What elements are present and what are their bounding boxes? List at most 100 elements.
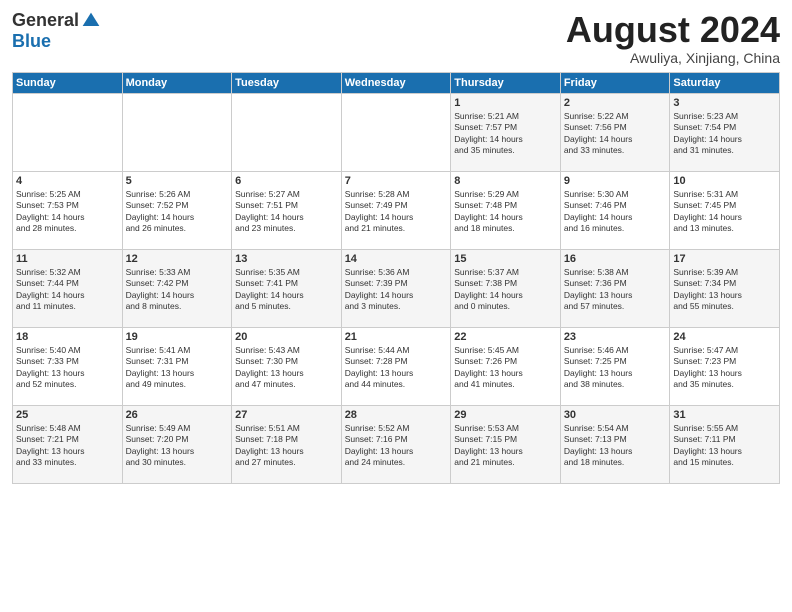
day-detail: Sunrise: 5:35 AM Sunset: 7:41 PM Dayligh… — [235, 267, 338, 313]
calendar-cell: 9 Sunrise: 5:30 AM Sunset: 7:46 PM Daylig… — [560, 171, 670, 249]
day-number: 10 — [673, 175, 776, 187]
calendar-cell: 24 Sunrise: 5:47 AM Sunset: 7:23 PM Dayli… — [670, 327, 780, 405]
day-detail: Sunrise: 5:39 AM Sunset: 7:34 PM Dayligh… — [673, 267, 776, 313]
logo-general: General — [12, 10, 79, 31]
day-number: 22 — [454, 331, 557, 343]
day-detail: Sunrise: 5:38 AM Sunset: 7:36 PM Dayligh… — [564, 267, 667, 313]
calendar-cell: 12Sunrise: 5:33 AM Sunset: 7:42 PM Dayli… — [122, 249, 232, 327]
day-detail: Sunrise: 5:29 AM Sunset: 7:48 PM Dayligh… — [454, 189, 557, 235]
day-number: 2 — [564, 97, 667, 109]
day-detail: Sunrise: 5:54 AM Sunset: 7:13 PM Dayligh… — [564, 423, 667, 469]
calendar-cell — [13, 93, 123, 171]
calendar-cell: 1 Sunrise: 5:21 AM Sunset: 7:57 PM Daylig… — [451, 93, 561, 171]
day-number: 26 — [126, 409, 229, 421]
day-detail: Sunrise: 5:32 AM Sunset: 7:44 PM Dayligh… — [16, 267, 119, 313]
day-detail: Sunrise: 5:53 AM Sunset: 7:15 PM Dayligh… — [454, 423, 557, 469]
day-detail: Sunrise: 5:46 AM Sunset: 7:25 PM Dayligh… — [564, 345, 667, 391]
day-detail: Sunrise: 5:47 AM Sunset: 7:23 PM Dayligh… — [673, 345, 776, 391]
day-number: 13 — [235, 253, 338, 265]
calendar-cell: 25 Sunrise: 5:48 AM Sunset: 7:21 PM Dayli… — [13, 405, 123, 483]
day-detail: Sunrise: 5:52 AM Sunset: 7:16 PM Dayligh… — [345, 423, 448, 469]
calendar-cell: 22 Sunrise: 5:45 AM Sunset: 7:26 PM Dayli… — [451, 327, 561, 405]
calendar-cell: 17 Sunrise: 5:39 AM Sunset: 7:34 PM Dayli… — [670, 249, 780, 327]
calendar-cell: 27 Sunrise: 5:51 AM Sunset: 7:18 PM Dayli… — [232, 405, 342, 483]
calendar-cell: 18 Sunrise: 5:40 AM Sunset: 7:33 PM Dayli… — [13, 327, 123, 405]
day-number: 9 — [564, 175, 667, 187]
day-detail: Sunrise: 5:48 AM Sunset: 7:21 PM Dayligh… — [16, 423, 119, 469]
calendar-week-3: 18 Sunrise: 5:40 AM Sunset: 7:33 PM Dayli… — [13, 327, 780, 405]
calendar-cell: 31 Sunrise: 5:55 AM Sunset: 7:11 PM Dayli… — [670, 405, 780, 483]
page-container: General Blue August 2024 Awuliya, Xinjia… — [0, 0, 792, 492]
calendar-cell: 26 Sunrise: 5:49 AM Sunset: 7:20 PM Dayli… — [122, 405, 232, 483]
location-subtitle: Awuliya, Xinjiang, China — [566, 50, 780, 66]
day-detail: Sunrise: 5:37 AM Sunset: 7:38 PM Dayligh… — [454, 267, 557, 313]
calendar-cell: 14 Sunrise: 5:36 AM Sunset: 7:39 PM Dayli… — [341, 249, 451, 327]
calendar-cell: 11 Sunrise: 5:32 AM Sunset: 7:44 PM Dayli… — [13, 249, 123, 327]
day-detail: Sunrise: 5:45 AM Sunset: 7:26 PM Dayligh… — [454, 345, 557, 391]
day-detail: Sunrise: 5:25 AM Sunset: 7:53 PM Dayligh… — [16, 189, 119, 235]
day-number: 16 — [564, 253, 667, 265]
calendar-cell: 8 Sunrise: 5:29 AM Sunset: 7:48 PM Daylig… — [451, 171, 561, 249]
day-detail: Sunrise: 5:33 AM Sunset: 7:42 PM Dayligh… — [126, 267, 229, 313]
calendar-cell: 2 Sunrise: 5:22 AM Sunset: 7:56 PM Daylig… — [560, 93, 670, 171]
day-detail: Sunrise: 5:22 AM Sunset: 7:56 PM Dayligh… — [564, 111, 667, 157]
col-monday: Monday — [122, 72, 232, 93]
calendar-cell: 6Sunrise: 5:27 AM Sunset: 7:51 PM Daylig… — [232, 171, 342, 249]
calendar-cell: 7 Sunrise: 5:28 AM Sunset: 7:49 PM Daylig… — [341, 171, 451, 249]
day-detail: Sunrise: 5:26 AM Sunset: 7:52 PM Dayligh… — [126, 189, 229, 235]
calendar-cell — [122, 93, 232, 171]
day-detail: Sunrise: 5:43 AM Sunset: 7:30 PM Dayligh… — [235, 345, 338, 391]
day-number: 4 — [16, 175, 119, 187]
calendar-cell: 16 Sunrise: 5:38 AM Sunset: 7:36 PM Dayli… — [560, 249, 670, 327]
calendar-cell: 19 Sunrise: 5:41 AM Sunset: 7:31 PM Dayli… — [122, 327, 232, 405]
col-saturday: Saturday — [670, 72, 780, 93]
day-number: 7 — [345, 175, 448, 187]
logo-blue: Blue — [12, 31, 51, 52]
day-detail: Sunrise: 5:21 AM Sunset: 7:57 PM Dayligh… — [454, 111, 557, 157]
day-number: 1 — [454, 97, 557, 109]
day-number: 27 — [235, 409, 338, 421]
day-number: 5 — [126, 175, 229, 187]
calendar-week-0: 1 Sunrise: 5:21 AM Sunset: 7:57 PM Daylig… — [13, 93, 780, 171]
day-detail: Sunrise: 5:23 AM Sunset: 7:54 PM Dayligh… — [673, 111, 776, 157]
day-number: 19 — [126, 331, 229, 343]
calendar-cell: 21 Sunrise: 5:44 AM Sunset: 7:28 PM Dayli… — [341, 327, 451, 405]
day-number: 31 — [673, 409, 776, 421]
day-detail: Sunrise: 5:49 AM Sunset: 7:20 PM Dayligh… — [126, 423, 229, 469]
col-thursday: Thursday — [451, 72, 561, 93]
header-row: Sunday Monday Tuesday Wednesday Thursday… — [13, 72, 780, 93]
day-detail: Sunrise: 5:30 AM Sunset: 7:46 PM Dayligh… — [564, 189, 667, 235]
calendar-cell — [232, 93, 342, 171]
calendar-week-2: 11 Sunrise: 5:32 AM Sunset: 7:44 PM Dayli… — [13, 249, 780, 327]
day-number: 25 — [16, 409, 119, 421]
day-detail: Sunrise: 5:51 AM Sunset: 7:18 PM Dayligh… — [235, 423, 338, 469]
day-detail: Sunrise: 5:41 AM Sunset: 7:31 PM Dayligh… — [126, 345, 229, 391]
day-detail: Sunrise: 5:28 AM Sunset: 7:49 PM Dayligh… — [345, 189, 448, 235]
day-number: 11 — [16, 253, 119, 265]
day-number: 24 — [673, 331, 776, 343]
day-number: 3 — [673, 97, 776, 109]
calendar-cell: 23Sunrise: 5:46 AM Sunset: 7:25 PM Dayli… — [560, 327, 670, 405]
logo: General Blue — [12, 10, 101, 52]
day-detail: Sunrise: 5:44 AM Sunset: 7:28 PM Dayligh… — [345, 345, 448, 391]
month-title: August 2024 — [566, 10, 780, 50]
day-number: 18 — [16, 331, 119, 343]
day-number: 21 — [345, 331, 448, 343]
day-number: 29 — [454, 409, 557, 421]
calendar-week-4: 25 Sunrise: 5:48 AM Sunset: 7:21 PM Dayli… — [13, 405, 780, 483]
day-number: 15 — [454, 253, 557, 265]
day-number: 17 — [673, 253, 776, 265]
day-detail: Sunrise: 5:36 AM Sunset: 7:39 PM Dayligh… — [345, 267, 448, 313]
calendar-cell — [341, 93, 451, 171]
page-header: General Blue August 2024 Awuliya, Xinjia… — [12, 10, 780, 66]
day-number: 30 — [564, 409, 667, 421]
day-number: 20 — [235, 331, 338, 343]
calendar-cell: 30 Sunrise: 5:54 AM Sunset: 7:13 PM Dayli… — [560, 405, 670, 483]
calendar-cell: 4 Sunrise: 5:25 AM Sunset: 7:53 PM Daylig… — [13, 171, 123, 249]
day-detail: Sunrise: 5:40 AM Sunset: 7:33 PM Dayligh… — [16, 345, 119, 391]
day-detail: Sunrise: 5:55 AM Sunset: 7:11 PM Dayligh… — [673, 423, 776, 469]
day-number: 14 — [345, 253, 448, 265]
day-detail: Sunrise: 5:27 AM Sunset: 7:51 PM Dayligh… — [235, 189, 338, 235]
day-number: 8 — [454, 175, 557, 187]
title-block: August 2024 Awuliya, Xinjiang, China — [566, 10, 780, 66]
